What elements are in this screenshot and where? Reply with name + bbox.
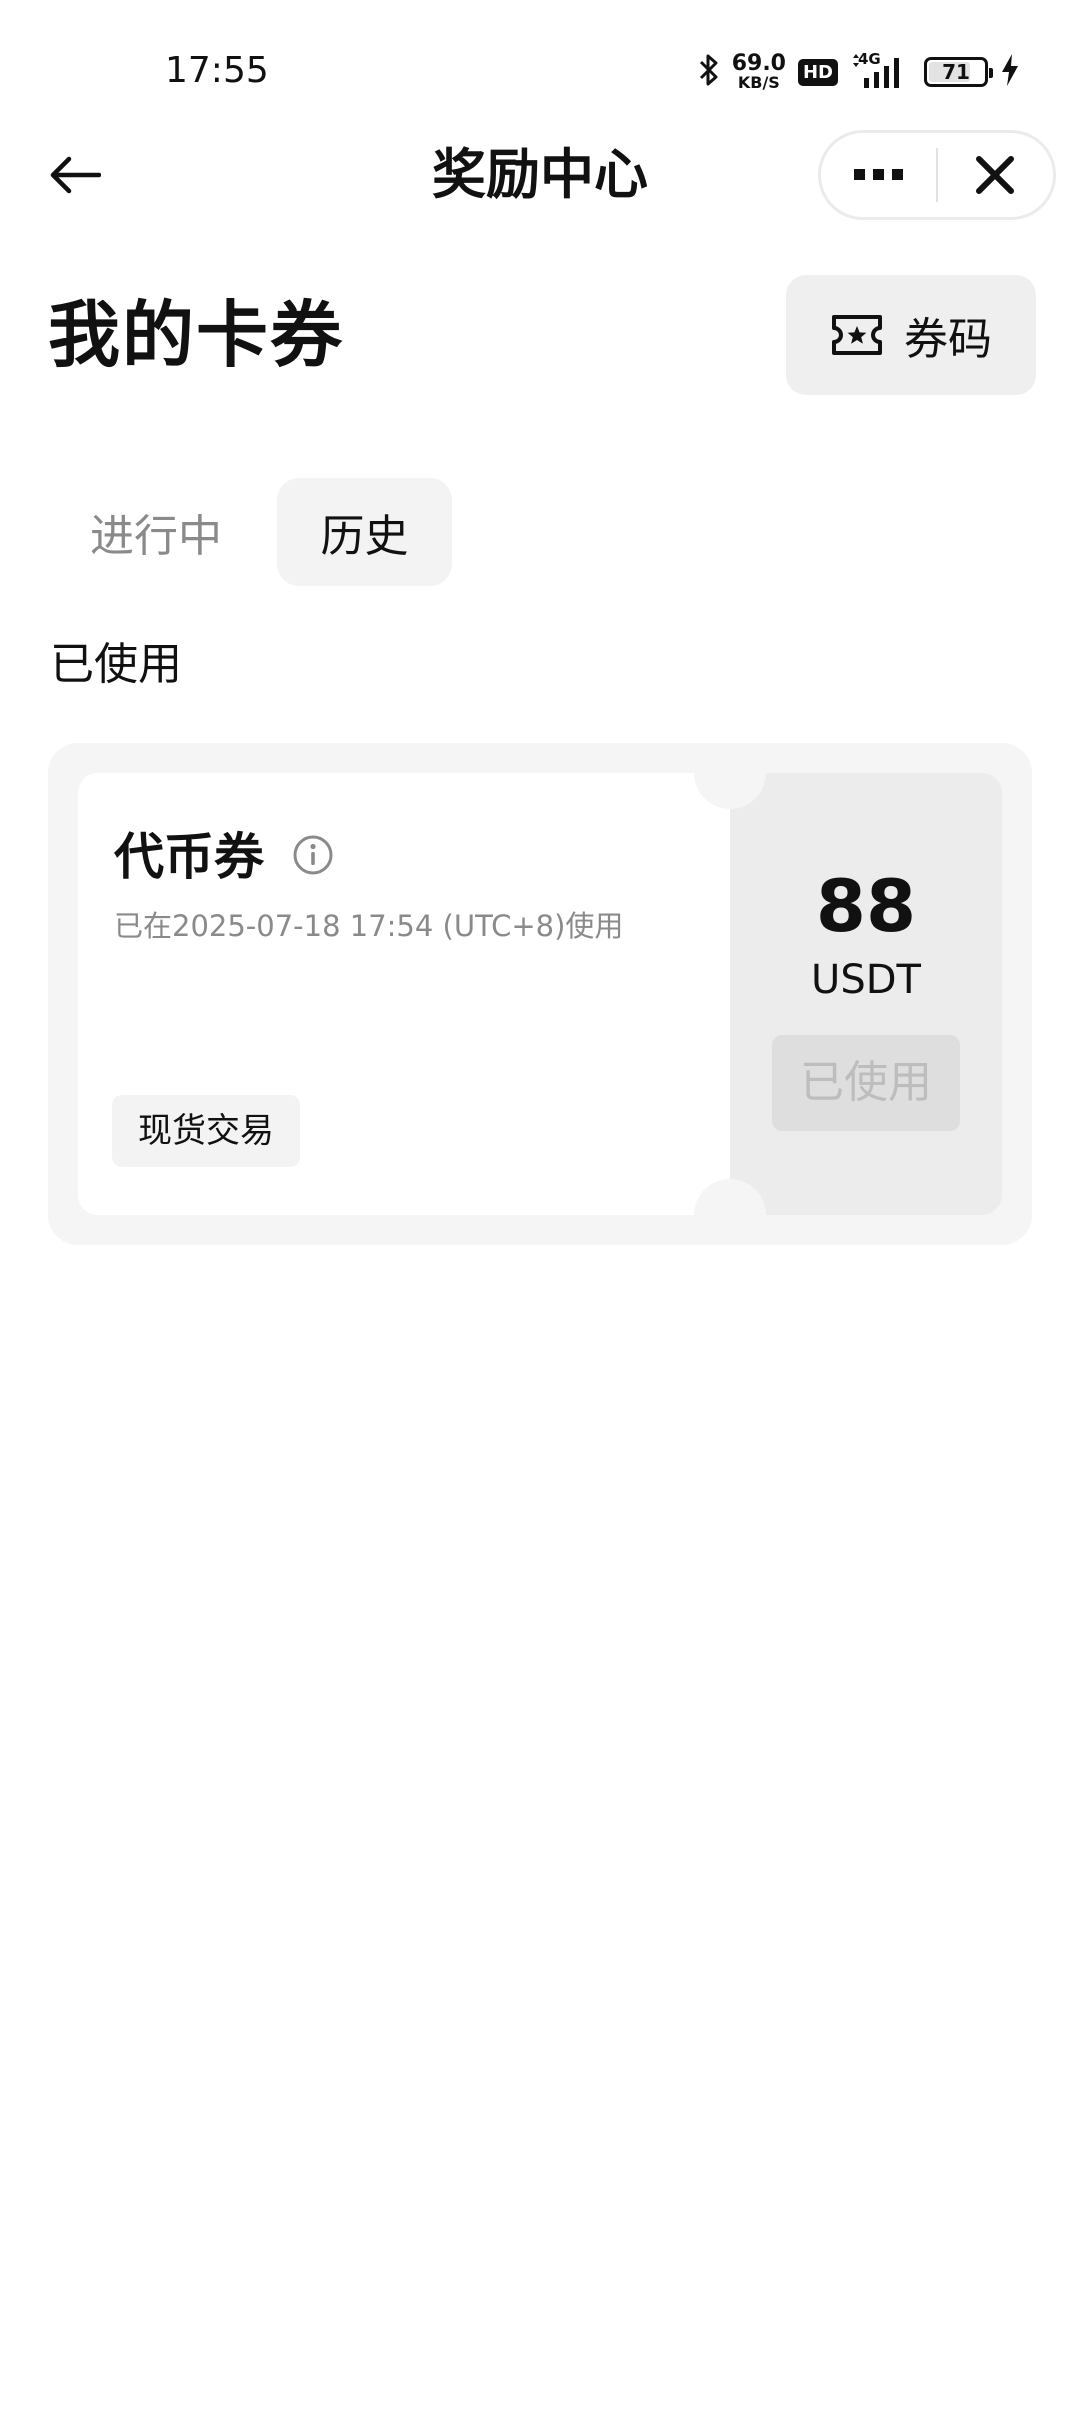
coupon-code-label: 券码 <box>904 314 992 365</box>
reward-center-page: 17:55 69.0 KB/S HD 4G 71 奖励中心 我的卡券 券码 进行… <box>0 0 1080 2412</box>
close-icon <box>976 156 1015 194</box>
miniapp-capsule <box>818 130 1056 220</box>
charging-icon <box>1000 53 1020 91</box>
more-button[interactable] <box>821 133 936 217</box>
battery-level: 71 <box>942 60 970 84</box>
coupon-currency: USDT <box>811 957 921 1003</box>
my-coupons-heading: 我的卡券 <box>48 293 345 377</box>
coupon-ticket: 代币券 已在2025-07-18 17:54 (UTC+8)使用 现货交易 88… <box>78 773 1002 1215</box>
back-arrow-icon <box>50 156 101 194</box>
network-speed: 69.0 KB/S <box>732 53 786 91</box>
coupon-details: 代币券 已在2025-07-18 17:54 (UTC+8)使用 现货交易 <box>78 773 730 1215</box>
more-icon <box>853 169 903 180</box>
coupon-title: 代币券 <box>114 828 264 886</box>
coupon-value-panel: 88 USDT 已使用 <box>730 773 1002 1215</box>
coupon-code-button[interactable]: 券码 <box>786 275 1036 395</box>
status-icons: 69.0 KB/S HD 4G 71 <box>698 48 1020 96</box>
network-speed-value: 69.0 <box>731 51 786 76</box>
coupon-scope-tag: 现货交易 <box>112 1095 300 1167</box>
tab-history[interactable]: 历史 <box>277 478 452 586</box>
signal-icon: 4G <box>850 50 912 90</box>
close-button[interactable] <box>938 133 1053 217</box>
used-section-title: 已使用 <box>50 639 182 690</box>
status-bar: 17:55 69.0 KB/S HD 4G 71 <box>0 0 1080 130</box>
coupon-used-status-button: 已使用 <box>772 1035 960 1131</box>
status-time: 17:55 <box>165 50 269 91</box>
ticket-icon <box>832 315 882 355</box>
coupon-card: 代币券 已在2025-07-18 17:54 (UTC+8)使用 现货交易 88… <box>48 743 1032 1245</box>
battery-indicator: 71 <box>924 57 993 87</box>
back-button[interactable] <box>40 140 110 210</box>
network-speed-unit: KB/S <box>737 73 780 92</box>
coupon-used-time: 已在2025-07-18 17:54 (UTC+8)使用 <box>114 909 624 943</box>
coupon-amount: 88 <box>815 864 917 948</box>
bluetooth-icon <box>698 53 720 91</box>
coupon-title-row: 代币券 <box>114 825 334 889</box>
info-icon[interactable] <box>292 834 334 880</box>
tab-in-progress[interactable]: 进行中 <box>48 478 264 586</box>
hd-badge: HD <box>797 58 838 86</box>
